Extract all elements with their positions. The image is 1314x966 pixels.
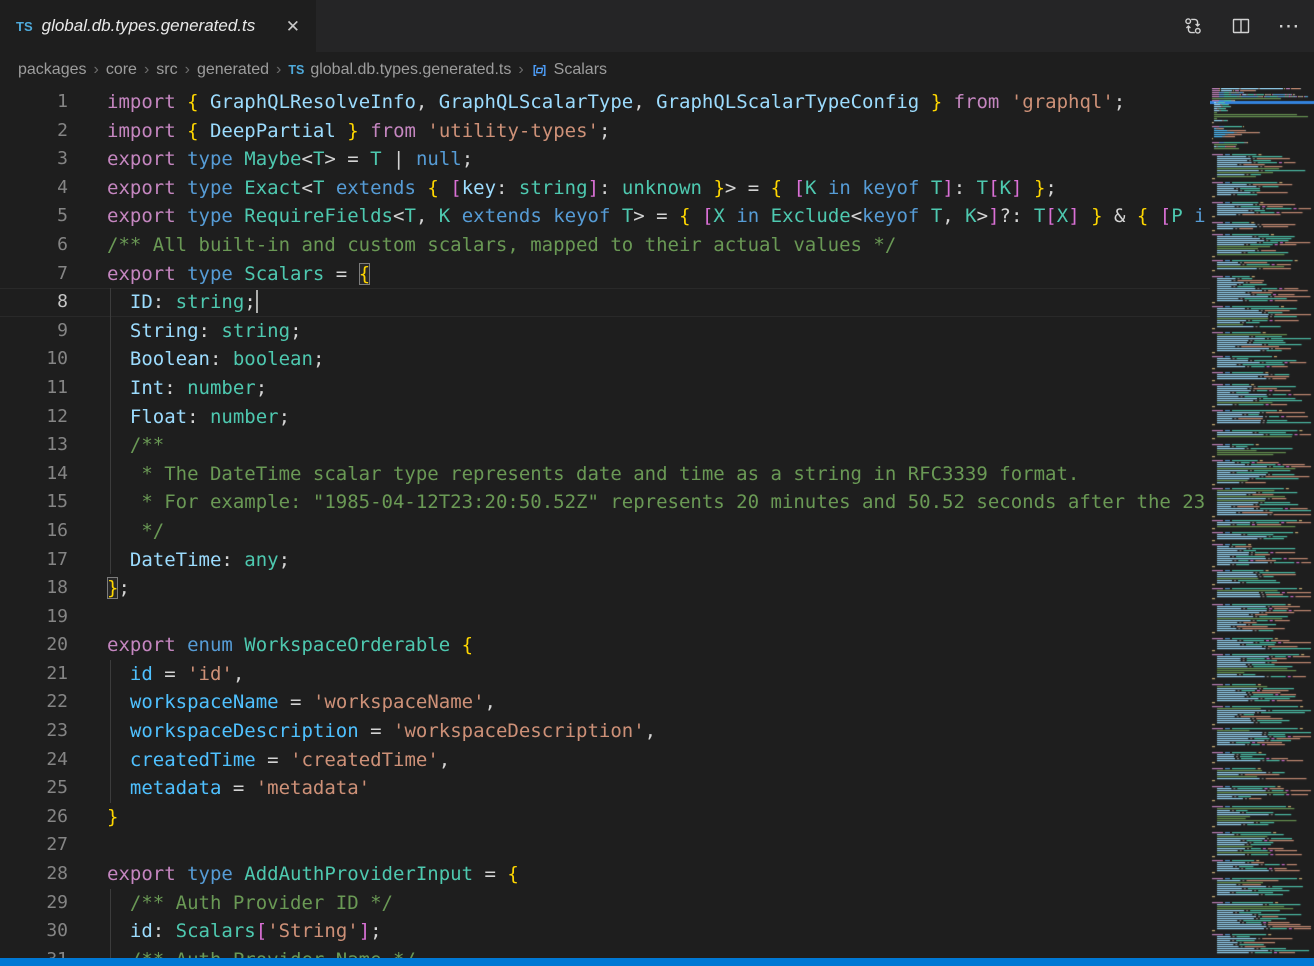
code-line[interactable] [0, 603, 1210, 632]
code-line[interactable]: } [0, 803, 1210, 832]
code-lines: import { GraphQLResolveInfo, GraphQLScal… [0, 88, 1210, 958]
breadcrumb-separator: › [276, 61, 281, 79]
code-line[interactable]: /** [0, 431, 1210, 460]
vscode-editor-window: TS global.db.types.generated.ts ✕ [0, 0, 1314, 966]
breadcrumb-item-scalars[interactable]: Scalars [531, 61, 607, 79]
breadcrumb-label: generated [197, 61, 269, 79]
breadcrumb-label: Scalars [554, 61, 607, 79]
code-line[interactable]: export type Exact<T extends { [key: stri… [0, 174, 1210, 203]
code-line[interactable]: ID: string; [0, 288, 1210, 317]
code-area[interactable]: 1234567891011121314151617181920212223242… [0, 88, 1210, 958]
breadcrumb-item-generated[interactable]: generated [197, 61, 269, 79]
typescript-file-icon: TS [16, 19, 33, 34]
breadcrumb-separator: › [94, 61, 99, 79]
code-line[interactable]: Float: number; [0, 403, 1210, 432]
code-line[interactable]: createdTime = 'createdTime', [0, 746, 1210, 775]
breadcrumb-label: packages [18, 61, 87, 79]
breadcrumb-label: src [156, 61, 177, 79]
breadcrumb: packages › core › src › generated › TS global.db.… [0, 52, 1314, 88]
split-editor-icon[interactable] [1226, 11, 1256, 41]
more-actions-icon[interactable]: ⋯ [1274, 11, 1304, 41]
code-line[interactable]: * The DateTime scalar type represents da… [0, 460, 1210, 489]
code-line[interactable]: export type Maybe<T> = T | null; [0, 145, 1210, 174]
code-line[interactable]: DateTime: any; [0, 546, 1210, 575]
tab-close-icon[interactable]: ✕ [282, 16, 304, 37]
code-line[interactable]: export type Scalars = { [0, 260, 1210, 289]
code-line[interactable]: /** Auth Provider Name */ [0, 946, 1210, 958]
tab-bar: TS global.db.types.generated.ts ✕ [0, 0, 1314, 52]
breadcrumb-label: global.db.types.generated.ts [310, 61, 511, 79]
code-line[interactable]: /** All built-in and custom scalars, map… [0, 231, 1210, 260]
code-line[interactable]: import { GraphQLResolveInfo, GraphQLScal… [0, 88, 1210, 117]
code-line[interactable]: id = 'id', [0, 660, 1210, 689]
code-line[interactable]: workspaceDescription = 'workspaceDescrip… [0, 717, 1210, 746]
breadcrumb-separator: › [185, 61, 190, 79]
breadcrumb-item-core[interactable]: core [106, 61, 137, 79]
typescript-file-icon: TS [288, 63, 304, 77]
code-line[interactable]: Int: number; [0, 374, 1210, 403]
code-line[interactable]: String: string; [0, 317, 1210, 346]
code-line[interactable]: */ [0, 517, 1210, 546]
breadcrumb-item-global-db-types-generated-ts[interactable]: TS global.db.types.generated.ts [288, 61, 511, 79]
code-line[interactable]: /** Auth Provider ID */ [0, 889, 1210, 918]
open-changes-icon[interactable] [1178, 11, 1208, 41]
text-cursor [256, 290, 258, 313]
breadcrumb-separator: › [144, 61, 149, 79]
symbol-variable-icon [531, 62, 548, 79]
breadcrumb-separator: › [518, 61, 523, 79]
status-bar [0, 958, 1314, 966]
code-line[interactable]: workspaceName = 'workspaceName', [0, 688, 1210, 717]
code-line[interactable]: export enum WorkspaceOrderable { [0, 631, 1210, 660]
code-line[interactable]: }; [0, 574, 1210, 603]
code-line[interactable]: import { DeepPartial } from 'utility-typ… [0, 117, 1210, 146]
breadcrumb-item-packages[interactable]: packages [18, 61, 87, 79]
tab-active[interactable]: TS global.db.types.generated.ts ✕ [0, 0, 316, 52]
breadcrumb-label: core [106, 61, 137, 79]
code-line[interactable] [0, 831, 1210, 860]
code-line[interactable]: export type RequireFields<T, K extends k… [0, 202, 1210, 231]
tab-label: global.db.types.generated.ts [42, 16, 273, 36]
code-line[interactable]: id: Scalars['String']; [0, 917, 1210, 946]
editor-action-group: ⋯ [1178, 0, 1304, 52]
code-line[interactable]: export type AddAuthProviderInput = { [0, 860, 1210, 889]
code-line[interactable]: metadata = 'metadata' [0, 774, 1210, 803]
breadcrumb-item-src[interactable]: src [156, 61, 177, 79]
code-line[interactable]: Boolean: boolean; [0, 345, 1210, 374]
minimap[interactable] [1210, 88, 1314, 958]
code-line[interactable]: * For example: "1985-04-12T23:20:50.52Z"… [0, 488, 1210, 517]
